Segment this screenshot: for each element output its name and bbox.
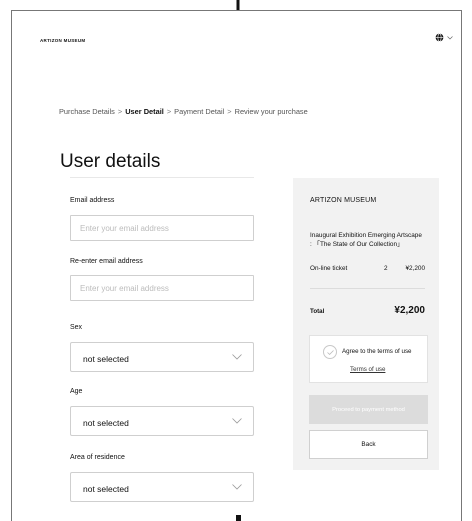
- sex-select[interactable]: not selected: [70, 342, 254, 372]
- residence-select-value: not selected: [83, 484, 129, 494]
- email-label: Email address: [70, 197, 115, 204]
- ticket-name: On-line ticket: [310, 265, 348, 272]
- breadcrumb-separator: >: [227, 107, 232, 116]
- ticket-quantity: 2: [384, 265, 388, 272]
- divider: [70, 177, 254, 178]
- chevron-down-icon: [232, 418, 242, 424]
- check-icon: [327, 350, 334, 355]
- terms-agree-label[interactable]: Agree to the terms of use: [342, 348, 411, 355]
- age-select-value: not selected: [83, 418, 129, 428]
- browser-viewport: ARTIZON MUSEUM Purchase Details > User Det…: [11, 10, 462, 521]
- divider: [310, 288, 425, 289]
- residence-select[interactable]: not selected: [70, 472, 254, 502]
- email-confirm-input[interactable]: [70, 275, 254, 301]
- ticket-price: ¥2,200: [405, 265, 425, 272]
- globe-icon: [435, 33, 444, 42]
- terms-of-use-link[interactable]: Terms of use: [350, 366, 385, 373]
- site-logo[interactable]: ARTIZON MUSEUM: [40, 38, 85, 43]
- email-input[interactable]: [70, 215, 254, 241]
- breadcrumb: Purchase Details > User Detail > Payment Det…: [59, 107, 308, 116]
- summary-museum-name: ARTIZON MUSEUM: [310, 197, 377, 204]
- residence-label: Area of residence: [70, 454, 125, 461]
- chevron-down-icon: [447, 35, 453, 39]
- order-summary: ARTIZON MUSEUM Inaugural Exhibition Emer…: [293, 178, 439, 470]
- breadcrumb-separator: >: [117, 107, 123, 116]
- breadcrumb-step-review: Review your purchase: [234, 107, 308, 116]
- total-label: Total: [310, 308, 325, 315]
- sex-select-value: not selected: [83, 354, 129, 364]
- breadcrumb-step-purchase-details: Purchase Details: [59, 107, 115, 116]
- age-label: Age: [70, 388, 83, 395]
- total-value: ¥2,200: [394, 305, 425, 316]
- language-selector[interactable]: [435, 33, 453, 42]
- age-select[interactable]: not selected: [70, 406, 254, 436]
- breadcrumb-separator: >: [166, 107, 172, 116]
- breadcrumb-step-user-detail: User Detail: [125, 107, 164, 116]
- breadcrumb-step-payment-detail: Payment Detail: [174, 107, 225, 116]
- back-button[interactable]: Back: [309, 430, 428, 459]
- terms-agreement: Agree to the terms of use Terms of use: [309, 335, 428, 383]
- chevron-down-icon: [232, 354, 242, 360]
- page-title: User details: [60, 151, 161, 172]
- email-confirm-label: Re-enter email address: [70, 258, 143, 265]
- sex-label: Sex: [70, 324, 83, 331]
- proceed-to-payment-button[interactable]: Proceed to payment method: [309, 395, 428, 424]
- chevron-down-icon: [232, 484, 242, 490]
- scroll-indicator: [236, 515, 241, 521]
- summary-exhibition-title: Inaugural Exhibition Emerging Artscape :…: [310, 232, 422, 248]
- site-header: ARTIZON MUSEUM: [12, 11, 461, 51]
- terms-checkbox[interactable]: [323, 345, 337, 359]
- summary-ticket-row: On-line ticket 2 ¥2,200: [310, 265, 425, 272]
